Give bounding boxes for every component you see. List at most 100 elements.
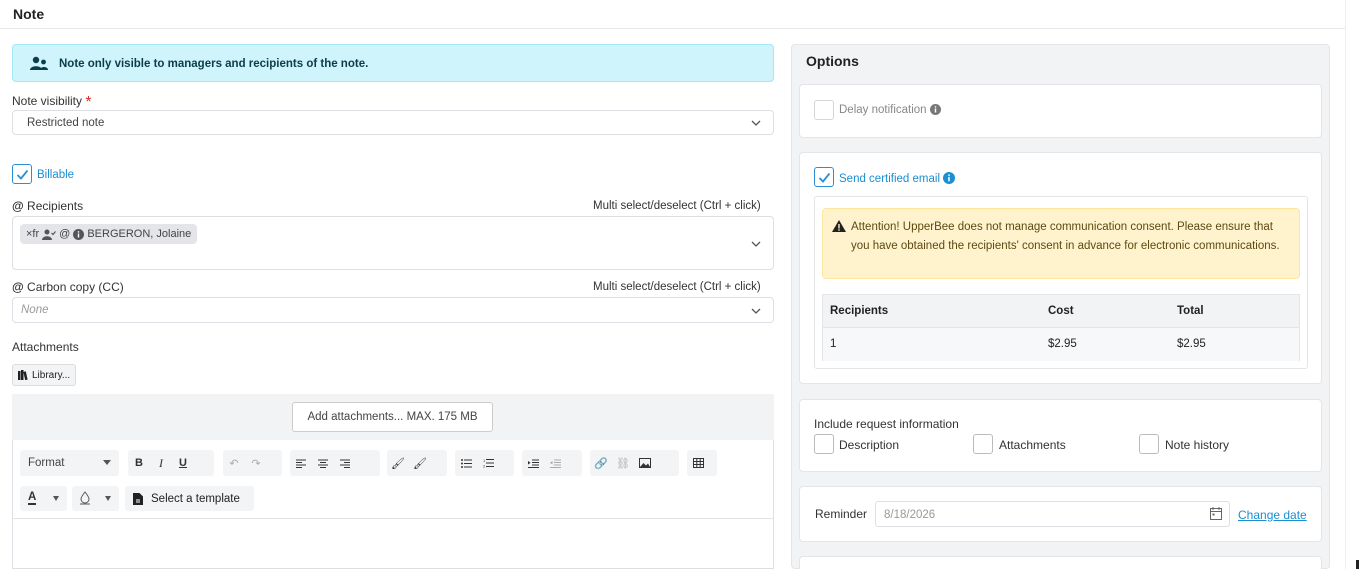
- users-icon: [30, 56, 48, 70]
- align-center-icon[interactable]: [312, 450, 334, 476]
- chevron-down-icon: [751, 120, 761, 126]
- cc-select[interactable]: None: [12, 297, 774, 323]
- library-button[interactable]: Library...: [12, 364, 77, 386]
- align-left-icon[interactable]: [290, 450, 312, 476]
- vertical-scrollbar[interactable]: [1345, 0, 1363, 569]
- table-row: 1 $2.95 $2.95: [823, 328, 1299, 361]
- visibility-value: Restricted note: [27, 117, 105, 129]
- undo-icon[interactable]: ↶: [223, 450, 245, 476]
- align-right-icon[interactable]: [334, 450, 356, 476]
- list-group: 12: [455, 450, 514, 476]
- file-icon: [133, 492, 143, 505]
- cc-placeholder: None: [21, 304, 49, 316]
- insert-group: 🔗 ⛓: [590, 450, 679, 476]
- chevron-down-icon: [751, 241, 761, 247]
- library-button-label: Library...: [32, 369, 71, 381]
- bold-button[interactable]: B: [128, 450, 150, 476]
- required-mark: *: [85, 94, 92, 111]
- note-history-checkbox[interactable]: [1139, 434, 1159, 454]
- header-total: Total: [1177, 305, 1204, 317]
- description-label: Description: [839, 438, 900, 452]
- certified-email-checkbox[interactable]: [814, 167, 834, 187]
- format-painter-icon[interactable]: 🖌: [387, 450, 409, 476]
- billable-checkbox[interactable]: [12, 164, 32, 184]
- at-icon: @: [12, 199, 24, 213]
- italic-button[interactable]: I: [150, 450, 172, 476]
- recipient-tag-name: BERGERON, Jolaine: [87, 228, 192, 240]
- attachments-checkbox[interactable]: [973, 434, 993, 454]
- recipients-label: @ Recipients: [12, 199, 83, 213]
- font-color-label: A: [28, 491, 37, 505]
- next-options-card: [799, 556, 1322, 569]
- books-icon: [18, 370, 28, 380]
- cc-hint: Multi select/deselect (Ctrl + click): [593, 281, 761, 293]
- indent-icon[interactable]: [522, 450, 544, 476]
- visibility-label-text: Note visibility: [12, 94, 83, 108]
- check-icon: [16, 169, 29, 180]
- svg-text:1: 1: [483, 458, 486, 463]
- header-recipients: Recipients: [830, 305, 889, 317]
- calendar-icon[interactable]: [1210, 507, 1222, 520]
- cc-label-text: Carbon copy (CC): [27, 280, 124, 294]
- recipients-label-text: Recipients: [27, 199, 84, 213]
- description-checkbox[interactable]: [814, 434, 834, 454]
- visibility-label: Note visibility *: [12, 92, 92, 111]
- reminder-label: Reminder: [815, 507, 868, 521]
- billable-label[interactable]: Billable: [37, 169, 74, 181]
- format-select[interactable]: Format: [20, 450, 119, 476]
- reminder-date-input[interactable]: 8/18/2026: [875, 501, 1230, 527]
- format-label: Format: [28, 457, 65, 469]
- consent-warning-text: Attention! UpperBee does not manage comm…: [851, 221, 1280, 252]
- clear-format-icon[interactable]: 🖌: [409, 450, 431, 476]
- chevron-down-icon: [751, 308, 761, 314]
- bullet-list-icon[interactable]: [455, 450, 477, 476]
- visibility-select[interactable]: Restricted note: [12, 110, 774, 135]
- delay-notification-text: Delay notification: [839, 104, 927, 116]
- select-template-button[interactable]: Select a template: [125, 486, 254, 511]
- cell-cost: $2.95: [1048, 338, 1077, 350]
- info-alert-text: Note only visible to managers and recipi…: [59, 58, 369, 70]
- drop-icon: [80, 491, 90, 505]
- caret-down-icon: [53, 496, 59, 501]
- caret-down-icon: [105, 496, 111, 501]
- font-color-select[interactable]: A: [20, 486, 67, 511]
- check-icon: [818, 172, 831, 183]
- table-icon[interactable]: [687, 450, 709, 476]
- reminder-date-value: 8/18/2026: [884, 509, 936, 521]
- delay-notification-checkbox[interactable]: [814, 100, 834, 120]
- table-group: [687, 450, 717, 476]
- recipient-tag-prefix[interactable]: ×fr: [26, 228, 39, 240]
- link-icon[interactable]: 🔗: [590, 450, 612, 476]
- background-color-select[interactable]: [72, 486, 119, 511]
- user-check-icon: [42, 229, 57, 240]
- header-cost: Cost: [1048, 305, 1074, 317]
- recipients-hint: Multi select/deselect (Ctrl + click): [593, 200, 761, 212]
- info-circle-icon: [943, 172, 956, 184]
- at-icon: @: [12, 280, 24, 294]
- attachments-label: Attachments: [12, 340, 79, 354]
- note-history-label: Note history: [1165, 438, 1230, 452]
- paint-group: 🖌 🖌: [387, 450, 447, 476]
- image-icon[interactable]: [634, 450, 656, 476]
- svg-text:2: 2: [483, 464, 486, 469]
- change-date-link[interactable]: Change date: [1238, 508, 1307, 522]
- certified-email-label[interactable]: Send certified email: [839, 172, 956, 185]
- attachments-option-label: Attachments: [999, 438, 1066, 452]
- include-request-card: [799, 399, 1322, 472]
- template-button-label: Select a template: [151, 492, 240, 505]
- scrollbar-thumb[interactable]: [1356, 560, 1359, 569]
- consent-warning: Attention! UpperBee does not manage comm…: [822, 208, 1300, 279]
- underline-button[interactable]: U: [172, 450, 194, 476]
- outdent-icon[interactable]: [544, 450, 566, 476]
- numbered-list-icon[interactable]: 12: [477, 450, 499, 476]
- info-circle-icon: [929, 104, 941, 115]
- include-request-label: Include request information: [814, 417, 959, 431]
- info-circle-icon: [73, 228, 85, 240]
- align-group: [290, 450, 380, 476]
- recipient-tag[interactable]: ×fr @ BERGERON, Jolaine: [20, 224, 198, 244]
- add-attachments-button[interactable]: Add attachments... MAX. 175 MB: [292, 402, 493, 432]
- redo-icon[interactable]: ↷: [245, 450, 267, 476]
- certified-email-text: Send certified email: [839, 173, 940, 185]
- unlink-icon[interactable]: ⛓: [612, 450, 634, 476]
- caret-down-icon: [103, 460, 111, 465]
